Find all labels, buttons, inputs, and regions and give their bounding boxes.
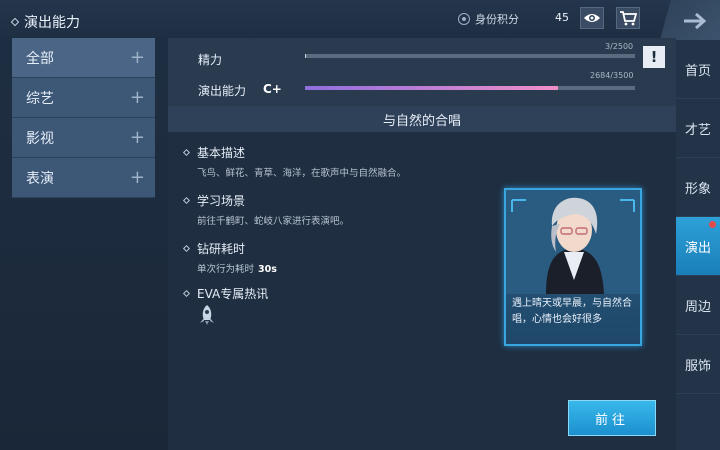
activity-title: 与自然的合唱 <box>168 106 676 132</box>
performance-bar <box>305 86 635 90</box>
back-arrow-icon[interactable] <box>682 12 712 30</box>
category-item-all[interactable]: 全部 + <box>12 38 155 78</box>
info-body: 前往千鹤町、蛇岐八家进行表演吧。 <box>197 216 350 227</box>
card-quote: 遇上晴天或早晨，与自然合唱，心情也会好很多 <box>512 298 632 325</box>
page-title: 演出能力 <box>24 15 80 31</box>
info-head: 学习场景 <box>197 194 246 208</box>
category-item-film[interactable]: 影视 + <box>12 118 155 158</box>
category-label: 表演 <box>26 170 54 187</box>
stats-panel: 精力 3/2500 演出能力 C+ 2684/3500 ! <box>168 38 676 106</box>
cart-icon <box>620 11 637 26</box>
identity-score-label: 身份积分 <box>458 11 519 27</box>
time-label: 单次行为耗时 <box>197 264 255 275</box>
identity-badge-icon <box>458 13 470 25</box>
identity-label: 身份积分 <box>475 13 519 26</box>
info-head: EVA专属热讯 <box>197 287 269 301</box>
plus-icon: + <box>129 46 145 68</box>
character-portrait <box>506 190 640 294</box>
identity-score-value: 45 <box>555 11 569 24</box>
info-head: 钻研耗时 <box>197 242 246 256</box>
category-item-variety[interactable]: 综艺 + <box>12 78 155 118</box>
plus-icon: + <box>129 166 145 188</box>
app-root: 演出能力 身份积分 45 全部 + 综艺 + 影视 + 表演 + 精力 3/25… <box>0 0 720 450</box>
nav-label: 服饰 <box>684 358 711 374</box>
category-item-perform[interactable]: 表演 + <box>12 158 155 198</box>
performance-bar-fill <box>305 86 559 90</box>
info-eva: EVA专属热讯 <box>182 285 269 302</box>
nav-item-image[interactable]: 形象 <box>676 158 720 217</box>
diamond-icon <box>10 17 20 27</box>
diamond-icon <box>182 289 191 298</box>
top-bar: 演出能力 身份积分 45 <box>0 0 680 40</box>
performance-value-text: 2684/3500 <box>590 71 634 80</box>
nav-item-merch[interactable]: 周边 <box>676 276 720 335</box>
performance-grade: C+ <box>263 82 282 96</box>
nav-item-home[interactable]: 首页 <box>676 40 720 99</box>
main-panel: 精力 3/2500 演出能力 C+ 2684/3500 ! 与自然的合唱 基本描… <box>168 38 676 450</box>
diamond-icon <box>182 148 191 157</box>
energy-bar <box>305 54 635 58</box>
time-value: 30s <box>258 264 277 275</box>
nav-label: 才艺 <box>684 122 711 138</box>
info-time: 钻研耗时 单次行为耗时 30s <box>182 240 277 275</box>
nav-item-performance[interactable]: 演出 <box>676 217 720 276</box>
energy-label: 精力 <box>198 53 223 67</box>
eye-button[interactable] <box>580 7 604 29</box>
eye-icon <box>584 14 600 22</box>
nav-label: 周边 <box>684 299 711 315</box>
diamond-icon <box>182 244 191 253</box>
info-body: 单次行为耗时 30s <box>197 261 277 275</box>
nav-item-outfit[interactable]: 服饰 <box>676 335 720 394</box>
category-label: 影视 <box>26 130 54 147</box>
nav-label: 形象 <box>684 181 711 197</box>
nav-item-talent[interactable]: 才艺 <box>676 99 720 158</box>
notification-dot <box>709 221 716 228</box>
plus-icon: + <box>129 126 145 148</box>
go-button[interactable]: 前往 <box>568 400 656 436</box>
info-head: 基本描述 <box>197 146 246 160</box>
diamond-icon <box>182 196 191 205</box>
info-basic: 基本描述 飞鸟、鲜花、青草、海洋，在歌声中与自然融合。 <box>182 144 407 179</box>
energy-value-text: 3/2500 <box>605 42 634 51</box>
plus-icon: + <box>129 86 145 108</box>
info-scene: 学习场景 前往千鹤町、蛇岐八家进行表演吧。 <box>182 192 350 227</box>
right-nav: 首页 才艺 形象 演出 周边 服饰 <box>676 40 720 450</box>
cart-button[interactable] <box>616 7 640 29</box>
energy-bar-fill <box>305 54 306 58</box>
category-list: 全部 + 综艺 + 影视 + 表演 + <box>12 38 155 198</box>
character-card: 遇上晴天或早晨，与自然合唱，心情也会好很多 <box>504 188 642 346</box>
nav-label: 首页 <box>684 63 711 79</box>
category-label: 综艺 <box>26 90 54 107</box>
rocket-icon <box>200 305 214 325</box>
info-body: 飞鸟、鲜花、青草、海洋，在歌声中与自然融合。 <box>197 168 407 179</box>
help-button[interactable]: ! <box>643 46 665 68</box>
nav-label: 演出 <box>684 240 711 256</box>
category-label: 全部 <box>26 50 54 67</box>
page-title-wrap: 演出能力 <box>10 12 80 32</box>
performance-label: 演出能力 <box>198 84 247 98</box>
